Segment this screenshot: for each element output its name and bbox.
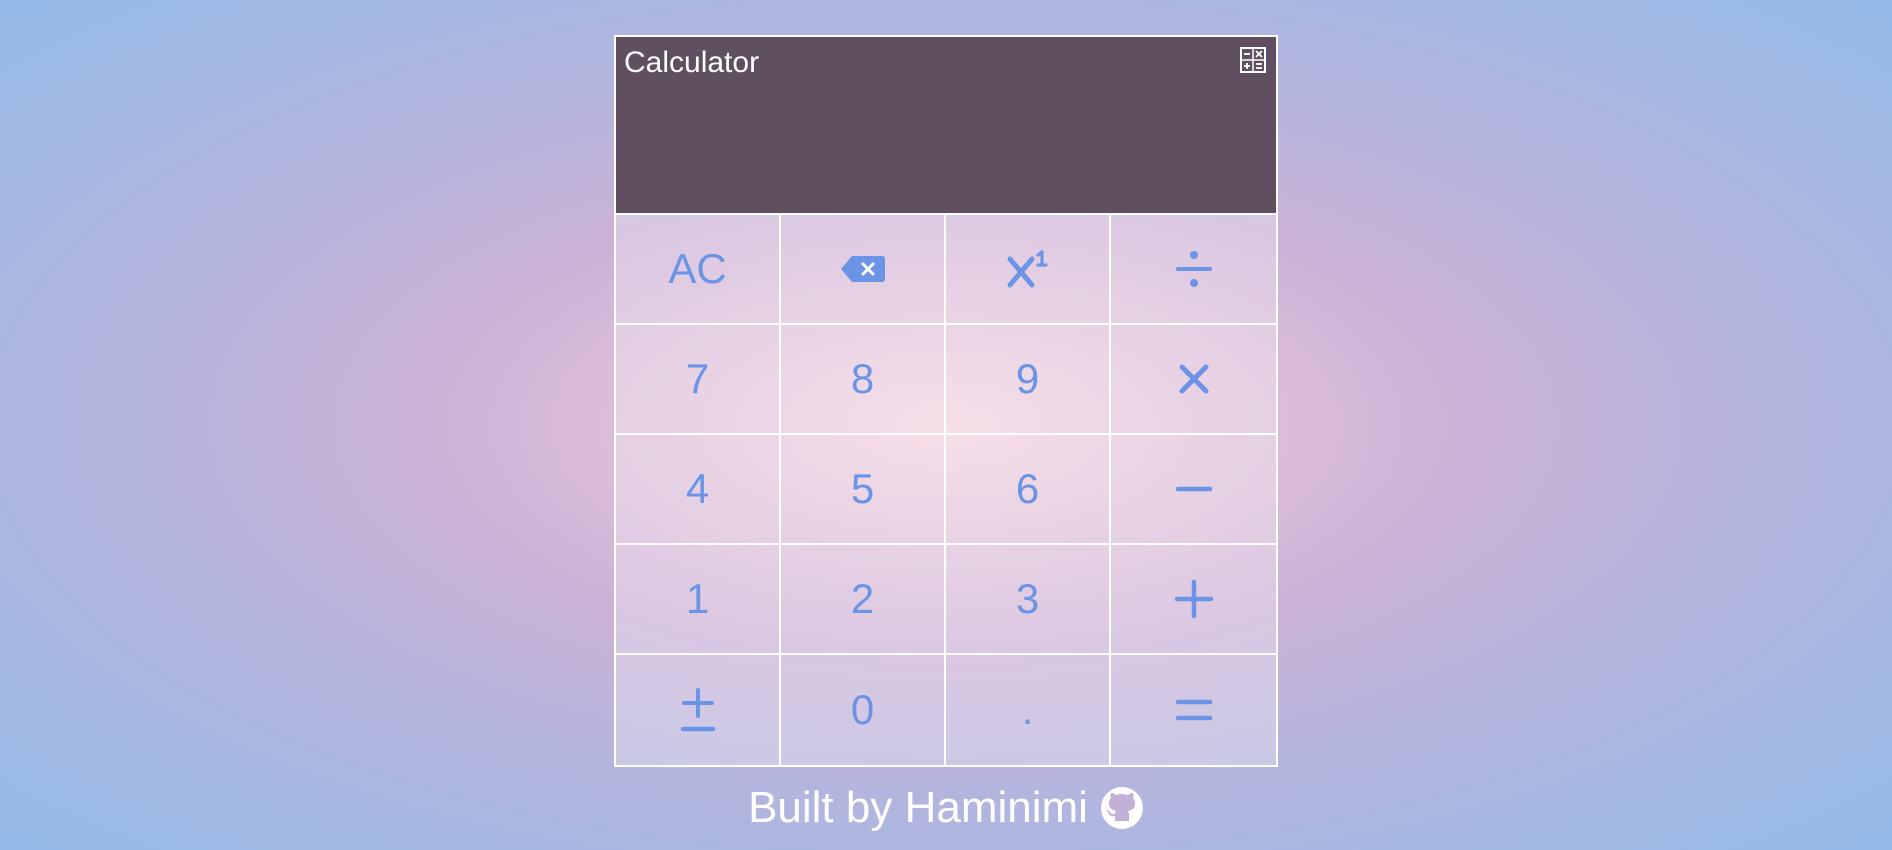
digit-0-button[interactable]: 0: [781, 655, 946, 765]
calculator-icon[interactable]: [1240, 47, 1266, 73]
digit-4-label: 4: [685, 465, 710, 512]
minus-button[interactable]: [1111, 435, 1276, 545]
power-button[interactable]: [946, 215, 1111, 325]
divide-icon: [1175, 249, 1213, 289]
display-panel: Calculator: [616, 37, 1276, 215]
digit-5-button[interactable]: 5: [781, 435, 946, 545]
digit-2-button[interactable]: 2: [781, 545, 946, 655]
digit-9-label: 9: [1015, 355, 1040, 402]
digit-8-button[interactable]: 8: [781, 325, 946, 435]
digit-0-label: 0: [850, 686, 875, 733]
decimal-label: .: [1021, 686, 1034, 733]
minus-icon: [1175, 484, 1213, 494]
plus-button[interactable]: [1111, 545, 1276, 655]
calculator: Calculator AC 7 8 9 4 5 6 1 2 3 0 .: [614, 35, 1278, 767]
equals-button[interactable]: [1111, 655, 1276, 765]
author-link[interactable]: Built by Haminimi: [748, 782, 1144, 834]
digit-9-button[interactable]: 9: [946, 325, 1111, 435]
equals-icon: [1175, 697, 1213, 723]
multiply-icon: [1177, 362, 1211, 396]
plus-icon: [1174, 579, 1214, 619]
digit-7-label: 7: [685, 355, 710, 402]
backspace-icon: [840, 254, 886, 284]
digit-5-label: 5: [850, 465, 875, 512]
clear-button[interactable]: AC: [616, 215, 781, 325]
digit-7-button[interactable]: 7: [616, 325, 781, 435]
clear-label: AC: [668, 245, 727, 292]
digit-6-button[interactable]: 6: [946, 435, 1111, 545]
multiply-button[interactable]: [1111, 325, 1276, 435]
backspace-button[interactable]: [781, 215, 946, 325]
plus-minus-icon: [680, 687, 716, 733]
divide-button[interactable]: [1111, 215, 1276, 325]
digit-1-button[interactable]: 1: [616, 545, 781, 655]
keypad: AC 7 8 9 4 5 6 1 2 3 0 .: [616, 215, 1276, 765]
digit-2-label: 2: [850, 575, 875, 622]
footer: Built by Haminimi: [0, 782, 1892, 834]
power-icon: [1006, 249, 1050, 289]
digit-3-label: 3: [1015, 575, 1040, 622]
footer-text: Built by Haminimi: [748, 783, 1088, 832]
digit-4-button[interactable]: 4: [616, 435, 781, 545]
github-icon[interactable]: [1100, 786, 1144, 830]
digit-1-label: 1: [685, 575, 710, 622]
plus-minus-button[interactable]: [616, 655, 781, 765]
digit-6-label: 6: [1015, 465, 1040, 512]
decimal-button[interactable]: .: [946, 655, 1111, 765]
app-title: Calculator: [624, 46, 760, 79]
digit-8-label: 8: [850, 355, 875, 402]
digit-3-button[interactable]: 3: [946, 545, 1111, 655]
